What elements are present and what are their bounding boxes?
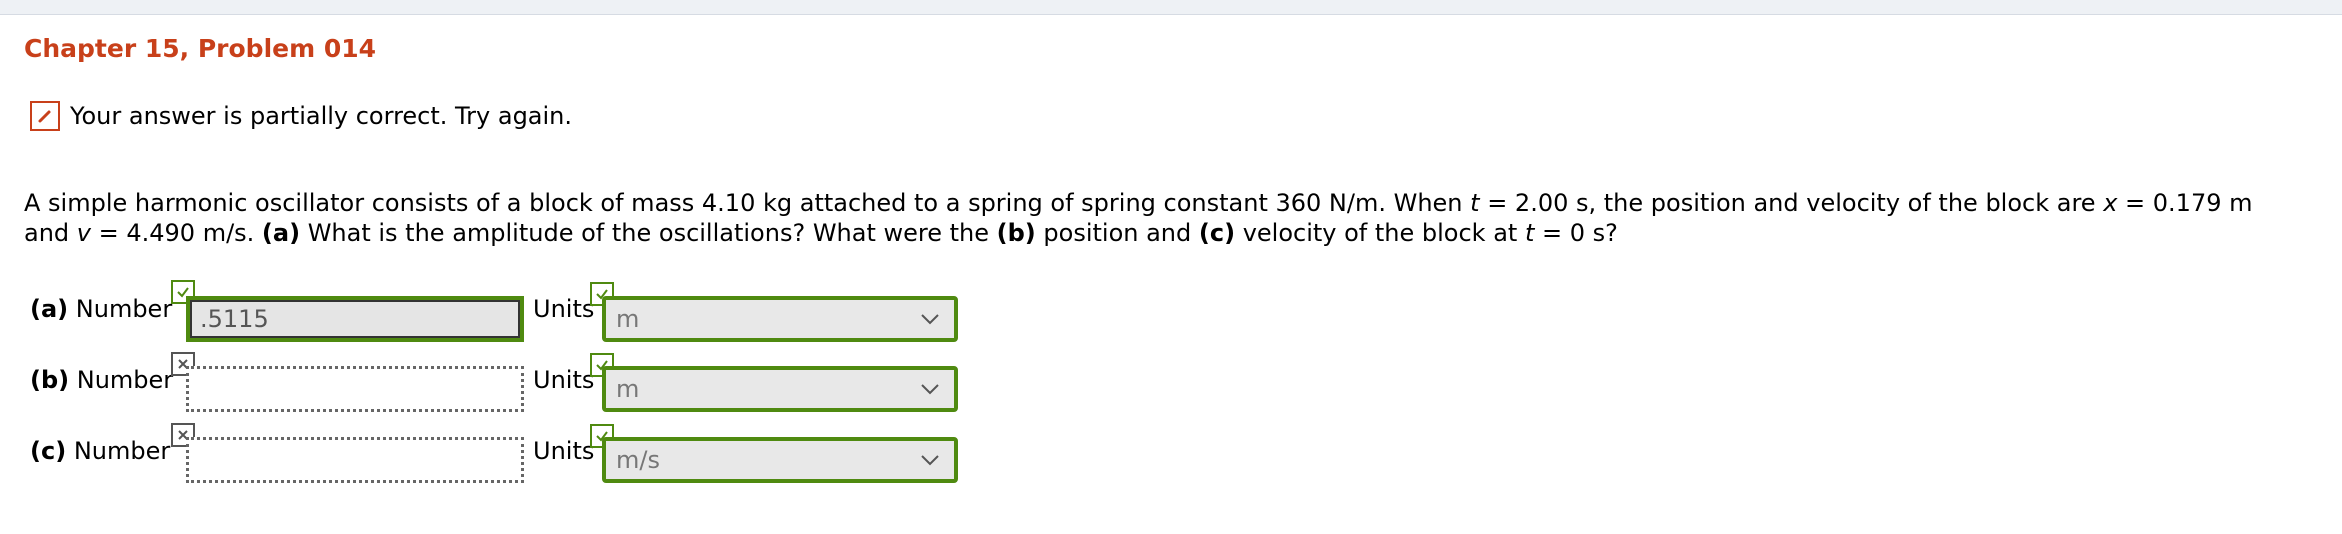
part-b-label: (b) Number [30,366,174,394]
part-a-number-input[interactable] [186,296,524,342]
part-a-label: (a) Number [30,295,173,323]
part-c-units-select[interactable]: m/s [602,437,958,483]
part-c-label: (c) Number [30,437,171,465]
part-a-units-label: Units [533,295,595,323]
pencil-icon [30,101,60,131]
part-b-number-input[interactable] [186,366,524,412]
part-b-units-label: Units [533,366,595,394]
chevron-down-icon [921,384,939,395]
part-b-units-select[interactable]: m [602,366,958,412]
selected-unit: m [616,305,640,333]
part-c-units-label: Units [533,437,595,465]
top-bar [0,0,2342,15]
part-c-number-input[interactable] [186,437,524,483]
part-a-units-select[interactable]: m [602,296,958,342]
selected-unit: m/s [616,446,660,474]
problem-statement: A simple harmonic oscillator consists of… [24,189,2253,247]
chevron-down-icon [921,455,939,466]
chevron-down-icon [921,314,939,325]
page-title: Chapter 15, Problem 014 [24,34,377,63]
answer-status: Your answer is partially correct. Try ag… [30,99,572,133]
selected-unit: m [616,375,640,403]
status-message: Your answer is partially correct. Try ag… [70,102,573,130]
